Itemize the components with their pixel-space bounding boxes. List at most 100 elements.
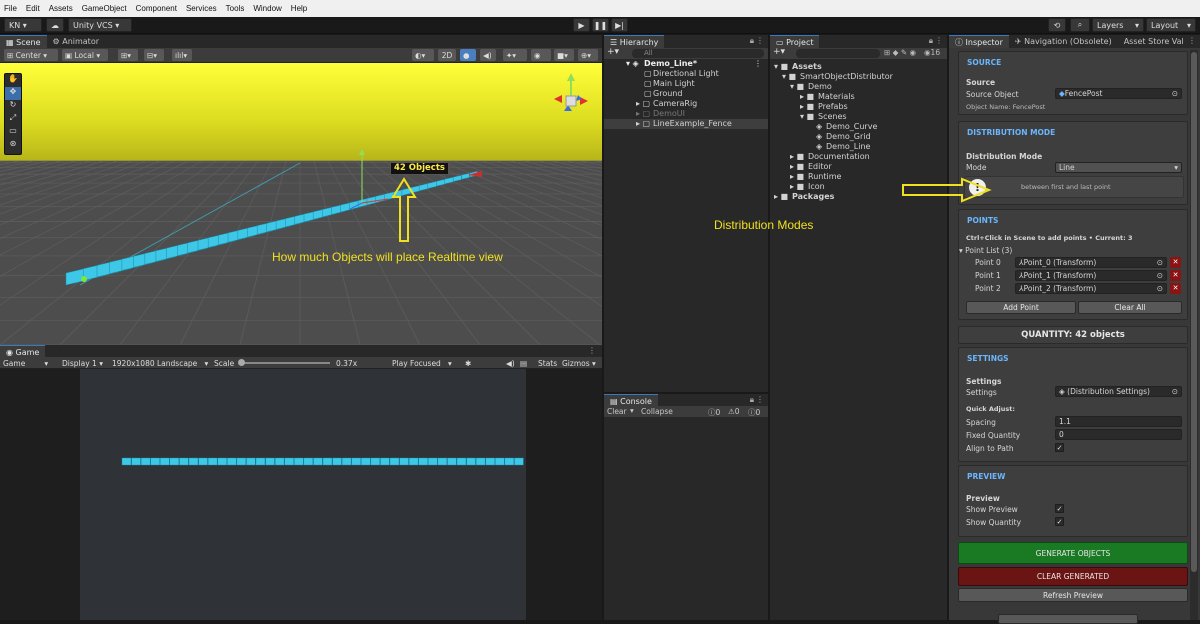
fixed-quantity-input[interactable]: 0 [1055,429,1182,440]
list-item[interactable]: ▢ Ground [604,89,768,99]
menu-component[interactable]: Component [136,4,177,13]
show-preview-checkbox[interactable]: ✓ [1055,504,1064,513]
menu-tools[interactable]: Tools [226,4,245,13]
lock-icon[interactable]: 🔒︎ [750,36,754,46]
remove-point-1-button[interactable]: ✕ [1170,270,1181,281]
scene-file[interactable]: ◈ Demo_Grid [770,132,947,142]
mute-audio-icon[interactable]: ◀) [506,357,515,369]
snap-increment-icon[interactable]: ⊟▾ [144,49,164,61]
remove-point-0-button[interactable]: ✕ [1170,257,1181,268]
bug-icon[interactable]: ✱ [465,357,471,369]
more-options-icon[interactable]: ⋮ [588,346,596,355]
scene-viewport[interactable]: ✋ ✥ ↻ ⤢ ▭ ⊛ 42 Objects How much Objects … [0,63,602,345]
object-picker-icon[interactable]: ⊙ [1157,271,1163,280]
folder-prefabs[interactable]: ▸ ■ Prefabs [770,102,947,112]
tab-animator[interactable]: ⚙ Animator [47,35,106,48]
object-picker-icon[interactable]: ⊙ [1172,89,1178,98]
add-icon[interactable]: +▾ [607,47,619,57]
clear-all-button[interactable]: Clear All [1078,301,1182,314]
draw-mode-icon[interactable]: ◐▾ [412,49,434,61]
add-component-button[interactable] [998,614,1138,624]
scale-slider-track[interactable] [240,362,330,364]
camera-icon[interactable]: ■▾ [554,49,574,61]
account-dropdown[interactable]: KN ▾ [4,18,42,32]
more-options-icon[interactable]: ⋮ [1188,36,1196,45]
menu-services[interactable]: Services [186,4,217,13]
scale-slider-handle[interactable] [238,359,245,366]
mode-2d-button[interactable]: 2D [438,49,456,61]
layers-dropdown[interactable]: Layers ▾ [1092,18,1144,32]
scene-root-item[interactable]: ▾ ◈ Demo_Line* ⋮ [604,59,768,69]
hidden-packages-count[interactable]: ◉16 [924,48,940,57]
spacing-input[interactable]: 1.1 [1055,416,1182,427]
tab-asset-store[interactable]: Asset Store Val [1118,35,1190,48]
resolution-dropdown[interactable]: 1920x1080 Landscape ▾ [112,357,208,369]
hidden-objects-icon[interactable]: ◉ [531,49,551,61]
chevron-down-icon[interactable]: ▾ [630,406,634,415]
lock-icon[interactable]: 🔒︎ [929,36,933,46]
log-count[interactable]: ⓘ0 [708,407,720,418]
folder-materials[interactable]: ▸ ■ Materials [770,92,947,102]
add-point-button[interactable]: Add Point [966,301,1076,314]
more-options-icon[interactable]: ⋮ [756,36,764,45]
list-item[interactable]: ▢ Main Light [604,79,768,89]
history-icon[interactable]: ⟲ [1048,18,1066,32]
point-2-field[interactable]: ⅄ Point_2 (Transform) ⊙ [1015,283,1167,294]
audio-bars-icon[interactable]: ılıl▾ [172,49,192,61]
point-list-foldout[interactable]: ▾ Point List (3) [959,246,1012,255]
game-mode-dropdown[interactable]: Game ▾ [3,357,48,369]
menu-help[interactable]: Help [291,4,307,13]
vcs-dropdown[interactable]: Unity VCS ▾ [68,18,132,32]
console-clear-button[interactable]: Clear [607,407,627,416]
list-item[interactable]: ▢ Directional Light [604,69,768,79]
list-item[interactable]: ▸ ▢ CameraRig [604,99,768,109]
layout-dropdown[interactable]: Layout ▾ [1146,18,1196,32]
folder-assets[interactable]: ▾ ■ Assets [770,62,947,72]
refresh-preview-button[interactable]: Refresh Preview [958,588,1188,602]
object-picker-icon[interactable]: ⊙ [1172,387,1178,396]
project-search-input[interactable] [796,49,880,58]
menu-window[interactable]: Window [253,4,281,13]
point-1-field[interactable]: ⅄ Point_1 (Transform) ⊙ [1015,270,1167,281]
list-item[interactable]: ▸ ▢ DemoUI [604,109,768,119]
grid-snap-icon[interactable]: ⊞▾ [118,49,138,61]
tab-inspector[interactable]: ⓘ Inspector [949,35,1009,48]
scrollbar-thumb[interactable] [1191,52,1197,572]
folder-editor[interactable]: ▸ ■ Editor [770,162,947,172]
more-options-icon[interactable]: ⋮ [935,36,943,45]
stats-button[interactable]: Stats [538,357,557,369]
menu-file[interactable]: File [4,4,17,13]
mode-dropdown[interactable]: Line ▾ [1055,162,1182,173]
scene-file[interactable]: ◈ Demo_Line [770,142,947,152]
space-dropdown[interactable]: ▣ Local ▾ [62,49,108,61]
align-to-path-checkbox[interactable]: ✓ [1055,443,1064,452]
lighting-icon[interactable]: ● [460,49,476,61]
stats-icon[interactable]: ▤ [520,357,527,369]
scene-file[interactable]: ◈ Demo_Curve [770,122,947,132]
folder-documentation[interactable]: ▸ ■ Documentation [770,152,947,162]
lock-icon[interactable]: 🔒︎ [750,395,754,405]
settings-asset-field[interactable]: ◈ (Distribution Settings) ⊙ [1055,386,1182,397]
game-viewport[interactable] [0,369,602,620]
point-0-field[interactable]: ⅄ Point_0 (Transform) ⊙ [1015,257,1167,268]
menu-assets[interactable]: Assets [49,4,73,13]
warning-count[interactable]: ⚠0 [728,407,740,416]
more-options-icon[interactable]: ⋮ [756,395,764,404]
gizmos-button[interactable]: Gizmos ▾ [562,357,596,369]
gizmos-icon[interactable]: ⊕▾ [578,49,598,61]
play-button[interactable]: ▶ [573,18,590,32]
cloud-icon[interactable]: ☁ [46,18,64,32]
pivot-dropdown[interactable]: ⊞ Center ▾ [4,49,58,61]
source-object-field[interactable]: ◆ FencePost ⊙ [1055,88,1182,99]
tab-navigation[interactable]: ✈ Navigation (Obsolete) [1009,35,1118,48]
object-picker-icon[interactable]: ⊙ [1157,258,1163,267]
inspector-scrollbar[interactable] [1190,50,1198,620]
step-button[interactable]: ▶| [611,18,628,32]
hierarchy-search-input[interactable]: All [632,49,764,58]
list-item-selected[interactable]: ▸ ▢ LineExample_Fence [604,119,768,129]
menu-edit[interactable]: Edit [26,4,40,13]
pause-button[interactable]: ❚❚ [592,18,609,32]
show-quantity-checkbox[interactable]: ✓ [1055,517,1064,526]
clear-generated-button[interactable]: CLEAR GENERATED [958,567,1188,586]
effects-icon[interactable]: ✦▾ [503,49,527,61]
